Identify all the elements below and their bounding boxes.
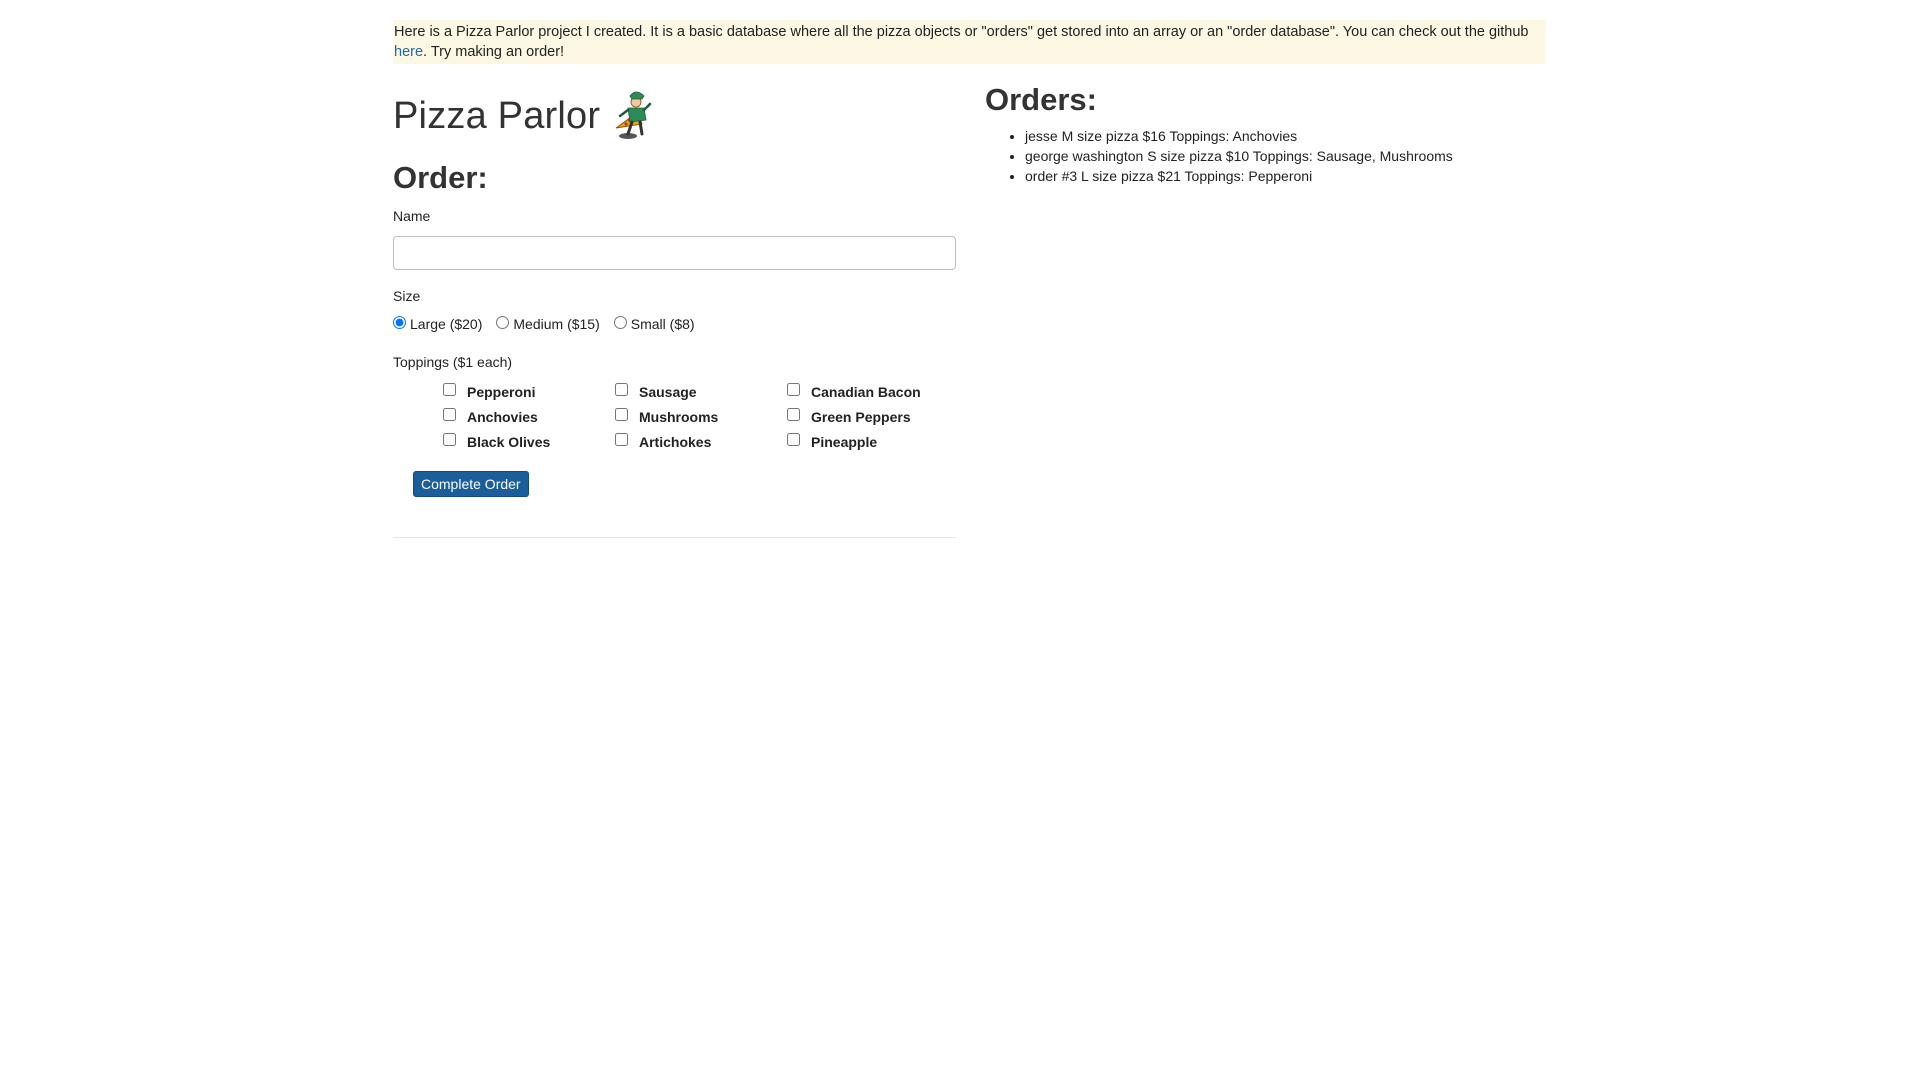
orders-column: Orders: jesse M size pizza $16 Toppings:… xyxy=(985,82,1545,186)
topping-pineapple[interactable]: Pineapple xyxy=(787,432,937,451)
list-item: george washington S size pizza $10 Toppi… xyxy=(1025,146,1545,166)
page-title: Pizza Parlor xyxy=(393,88,956,144)
size-options: Large ($20) Medium ($15) Small ($8) xyxy=(393,315,956,332)
topping-label: Pineapple xyxy=(811,433,878,450)
size-option-medium[interactable]: Medium ($15) xyxy=(496,315,600,332)
size-option-label: Large ($20) xyxy=(410,316,483,332)
list-item: jesse M size pizza $16 Toppings: Anchovi… xyxy=(1025,126,1545,146)
page-title-text: Pizza Parlor xyxy=(393,95,601,137)
toppings-label: Toppings ($1 each) xyxy=(393,354,513,370)
size-option-small[interactable]: Small ($8) xyxy=(613,315,695,332)
size-label: Size xyxy=(393,288,421,304)
list-item: order #3 L size pizza $21 Toppings: Pepp… xyxy=(1025,166,1545,186)
intro-banner: Here is a Pizza Parlor project I created… xyxy=(393,20,1546,64)
github-link[interactable]: here xyxy=(394,44,423,60)
topping-label: Artichokes xyxy=(639,433,712,450)
intro-text-end: . Try making an order! xyxy=(423,44,565,60)
topping-label: Black Olives xyxy=(467,433,551,450)
topping-checkbox[interactable] xyxy=(787,433,800,446)
size-option-label: Medium ($15) xyxy=(513,316,600,332)
name-label: Name xyxy=(393,208,431,224)
topping-label: Green Peppers xyxy=(811,408,911,425)
topping-anchovies[interactable]: Anchovies xyxy=(443,407,615,426)
topping-pepperoni[interactable]: Pepperoni xyxy=(443,382,615,401)
topping-label: Pepperoni xyxy=(467,383,536,400)
topping-black-olives[interactable]: Black Olives xyxy=(443,432,615,451)
topping-sausage[interactable]: Sausage xyxy=(615,382,787,401)
topping-label: Sausage xyxy=(639,383,697,400)
topping-checkbox[interactable] xyxy=(615,383,628,396)
name-input[interactable] xyxy=(393,236,956,270)
topping-checkbox[interactable] xyxy=(787,383,800,396)
size-radio-small[interactable] xyxy=(613,315,627,329)
topping-label: Mushrooms xyxy=(639,408,719,425)
intro-text: Here is a Pizza Parlor project I created… xyxy=(394,24,1529,40)
topping-label: Anchovies xyxy=(467,408,538,425)
order-column: Pizza Parlor Order: Name Size Large ($20… xyxy=(393,88,956,538)
size-option-label: Small ($8) xyxy=(630,316,695,332)
size-option-large[interactable]: Large ($20) xyxy=(393,315,483,332)
topping-checkbox[interactable] xyxy=(787,408,800,421)
orders-heading: Orders: xyxy=(985,82,1097,117)
order-heading: Order: xyxy=(393,160,488,195)
topping-checkbox[interactable] xyxy=(615,433,628,446)
topping-checkbox[interactable] xyxy=(443,383,456,396)
topping-canadian-bacon[interactable]: Canadian Bacon xyxy=(787,382,937,401)
divider xyxy=(393,537,956,538)
pizza-chef-icon xyxy=(608,90,652,142)
complete-order-button[interactable]: Complete Order xyxy=(413,471,529,497)
topping-checkbox[interactable] xyxy=(615,408,628,421)
topping-mushrooms[interactable]: Mushrooms xyxy=(615,407,787,426)
orders-list: jesse M size pizza $16 Toppings: Anchovi… xyxy=(985,126,1545,186)
topping-green-peppers[interactable]: Green Peppers xyxy=(787,407,937,426)
toppings-grid: Pepperoni Sausage Canadian Bacon Anchovi… xyxy=(443,382,956,451)
topping-artichokes[interactable]: Artichokes xyxy=(615,432,787,451)
topping-checkbox[interactable] xyxy=(443,433,456,446)
size-radio-medium[interactable] xyxy=(496,315,510,329)
topping-label: Canadian Bacon xyxy=(811,383,921,400)
topping-checkbox[interactable] xyxy=(443,408,456,421)
size-radio-large[interactable] xyxy=(393,315,406,329)
